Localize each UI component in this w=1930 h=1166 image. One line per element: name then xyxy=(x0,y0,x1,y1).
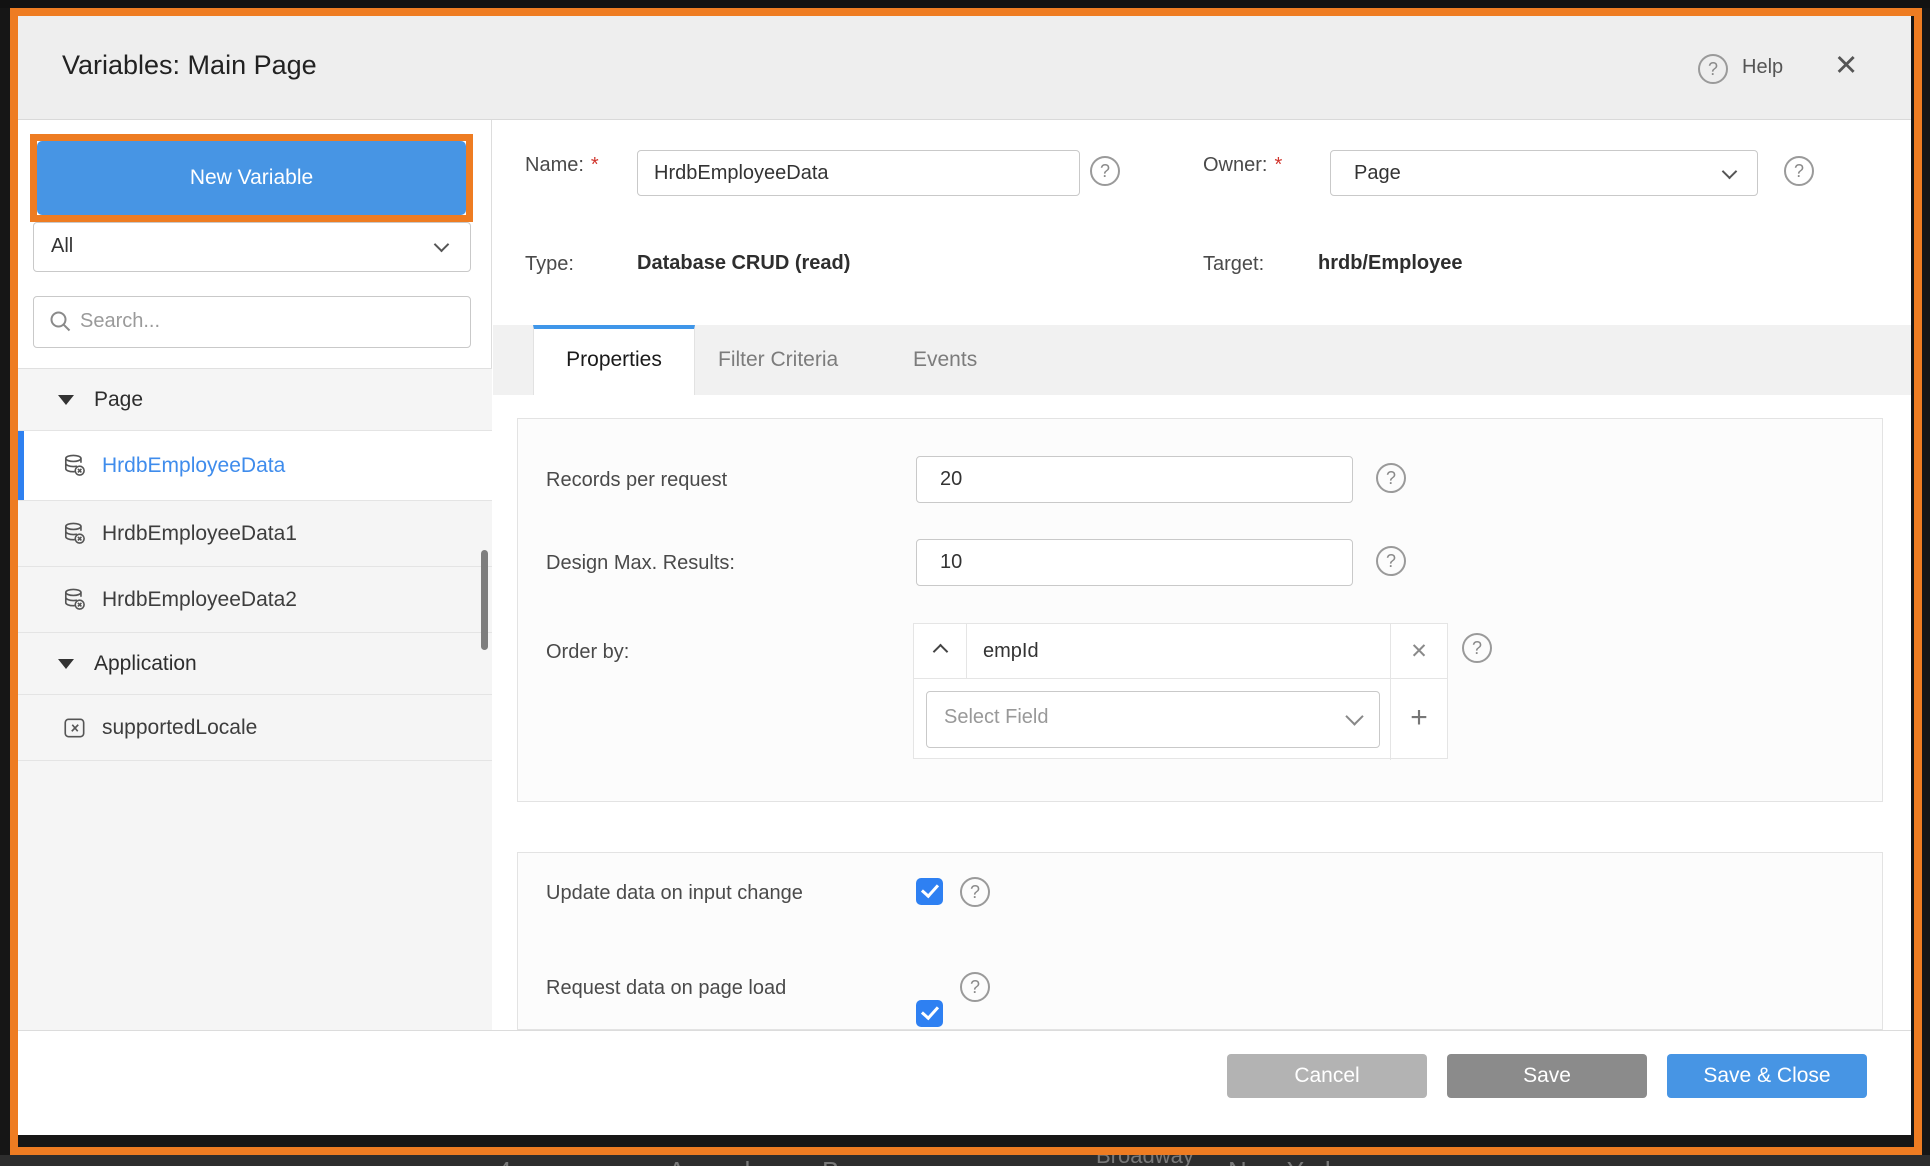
sidebar-item-label: HrdbEmployeeData2 xyxy=(102,587,297,611)
records-per-request-label: Records per request xyxy=(546,469,728,491)
tab-strip: Filter Criteria Events xyxy=(493,325,1911,395)
sidebar-item-hrdbemployeedata1[interactable]: HrdbEmployeeData1 xyxy=(18,501,492,567)
dialog-header: Variables: Main Page ? Help ✕ xyxy=(18,16,1911,120)
request-data-checkbox[interactable] xyxy=(916,1000,943,1027)
footer-divider xyxy=(18,1030,1911,1031)
owner-label: Owner: * xyxy=(1203,154,1283,176)
update-data-label: Update data on input change xyxy=(546,882,803,904)
name-help-icon[interactable]: ? xyxy=(1090,156,1120,186)
background-cell: Broadway xyxy=(1096,1155,1194,1166)
order-by-label: Order by: xyxy=(546,641,630,663)
remove-order-field-button[interactable]: ✕ xyxy=(1390,624,1447,678)
design-max-results-label: Design Max. Results: xyxy=(546,552,735,574)
sidebar-item-hrdbemployeedata[interactable]: HrdbEmployeeData xyxy=(18,431,492,501)
type-value: Database CRUD (read) xyxy=(637,252,851,274)
collapse-triangle-icon xyxy=(58,394,74,405)
help-link[interactable]: Help xyxy=(1742,56,1783,79)
request-data-help-icon[interactable]: ? xyxy=(960,972,990,1002)
variable-type-filter[interactable] xyxy=(33,222,471,272)
type-label: Type: xyxy=(525,253,574,275)
select-field-dropdown[interactable]: Select Field xyxy=(926,691,1380,748)
selected-indicator xyxy=(18,431,24,500)
background-cell: Amanda xyxy=(668,1156,765,1166)
model-variable-icon xyxy=(64,718,85,737)
tab-filter-criteria[interactable]: Filter Criteria xyxy=(718,325,838,395)
sidebar-item-supportedlocale[interactable]: supportedLocale xyxy=(18,695,492,761)
cancel-button[interactable]: Cancel xyxy=(1227,1054,1427,1098)
background-table-row: 4 Amanda Brown Broadway New York xyxy=(0,1155,1930,1166)
required-marker: * xyxy=(1274,154,1283,176)
request-data-label: Request data on page load xyxy=(546,977,787,999)
section-page[interactable]: Page xyxy=(18,369,492,431)
search-placeholder: Search... xyxy=(80,310,161,332)
background-cell: New York xyxy=(1228,1156,1338,1166)
background-cell: 4 xyxy=(497,1156,511,1166)
help-icon[interactable]: ? xyxy=(1698,54,1728,84)
variables-list: Page HrdbEmployeeData HrdbEmployeeData1 … xyxy=(18,368,492,1030)
background-toolbar xyxy=(0,0,1930,8)
sort-direction-button[interactable] xyxy=(914,624,967,678)
sidebar-item-label: supportedLocale xyxy=(102,715,258,739)
order-by-row: empId ✕ xyxy=(914,624,1447,679)
owner-help-icon[interactable]: ? xyxy=(1784,156,1814,186)
section-label: Application xyxy=(94,651,197,675)
database-variable-icon xyxy=(64,522,85,544)
name-input[interactable]: HrdbEmployeeData xyxy=(637,150,1080,196)
data-options-panel: Update data on input change ? Request da… xyxy=(517,852,1883,1030)
close-icon[interactable]: ✕ xyxy=(1834,50,1858,82)
save-button[interactable]: Save xyxy=(1447,1054,1647,1098)
add-order-field-button[interactable]: + xyxy=(1390,679,1447,760)
order-by-widget: empId ✕ Select Field + xyxy=(913,623,1448,760)
sidebar-scrollbar[interactable] xyxy=(481,550,488,650)
target-label: Target: xyxy=(1203,253,1265,275)
database-variable-icon xyxy=(64,588,85,610)
variable-type-filter-value: All xyxy=(51,235,74,257)
chevron-up-icon xyxy=(932,643,948,659)
screen: 4 Amanda Brown Broadway New York Variabl… xyxy=(0,0,1930,1166)
variables-sidebar: New Variable All Search... Page HrdbEmpl… xyxy=(18,120,492,1030)
sidebar-item-hrdbemployeedata2[interactable]: HrdbEmployeeData2 xyxy=(18,567,492,633)
variables-dialog: Variables: Main Page ? Help ✕ New Variab… xyxy=(18,16,1911,1135)
collapse-triangle-icon xyxy=(58,658,74,669)
design-help-icon[interactable]: ? xyxy=(1376,546,1406,576)
dialog-title: Variables: Main Page xyxy=(62,50,317,80)
background-cell: Brown xyxy=(822,1156,896,1166)
section-label: Page xyxy=(94,387,144,411)
owner-select[interactable]: Page xyxy=(1330,150,1758,196)
chevron-down-icon xyxy=(1345,707,1364,726)
order-by-help-icon[interactable]: ? xyxy=(1462,633,1492,663)
new-variable-highlight: New Variable xyxy=(30,134,473,222)
target-value: hrdb/Employee xyxy=(1318,252,1463,274)
order-by-add-row: Select Field + xyxy=(914,679,1447,760)
new-variable-button[interactable]: New Variable xyxy=(37,141,466,215)
records-per-request-input[interactable]: 20 xyxy=(916,456,1353,503)
name-label: Name: * xyxy=(525,154,599,176)
tab-properties[interactable]: Properties xyxy=(533,325,695,395)
sidebar-item-label: HrdbEmployeeData1 xyxy=(102,521,297,545)
save-and-close-button[interactable]: Save & Close xyxy=(1667,1054,1867,1098)
properties-panel: Records per request 20 ? Design Max. Res… xyxy=(517,418,1883,802)
database-variable-icon xyxy=(64,454,85,476)
update-data-help-icon[interactable]: ? xyxy=(960,877,990,907)
records-help-icon[interactable]: ? xyxy=(1376,463,1406,493)
section-application[interactable]: Application xyxy=(18,633,492,695)
tab-events[interactable]: Events xyxy=(913,325,977,395)
required-marker: * xyxy=(590,154,599,176)
sidebar-item-label: HrdbEmployeeData xyxy=(102,453,286,477)
search-icon xyxy=(50,311,71,332)
select-field-placeholder: Select Field xyxy=(944,706,1049,728)
update-data-checkbox[interactable] xyxy=(916,878,943,905)
order-by-field-value[interactable]: empId xyxy=(967,624,1390,678)
design-max-results-input[interactable]: 10 xyxy=(916,539,1353,586)
